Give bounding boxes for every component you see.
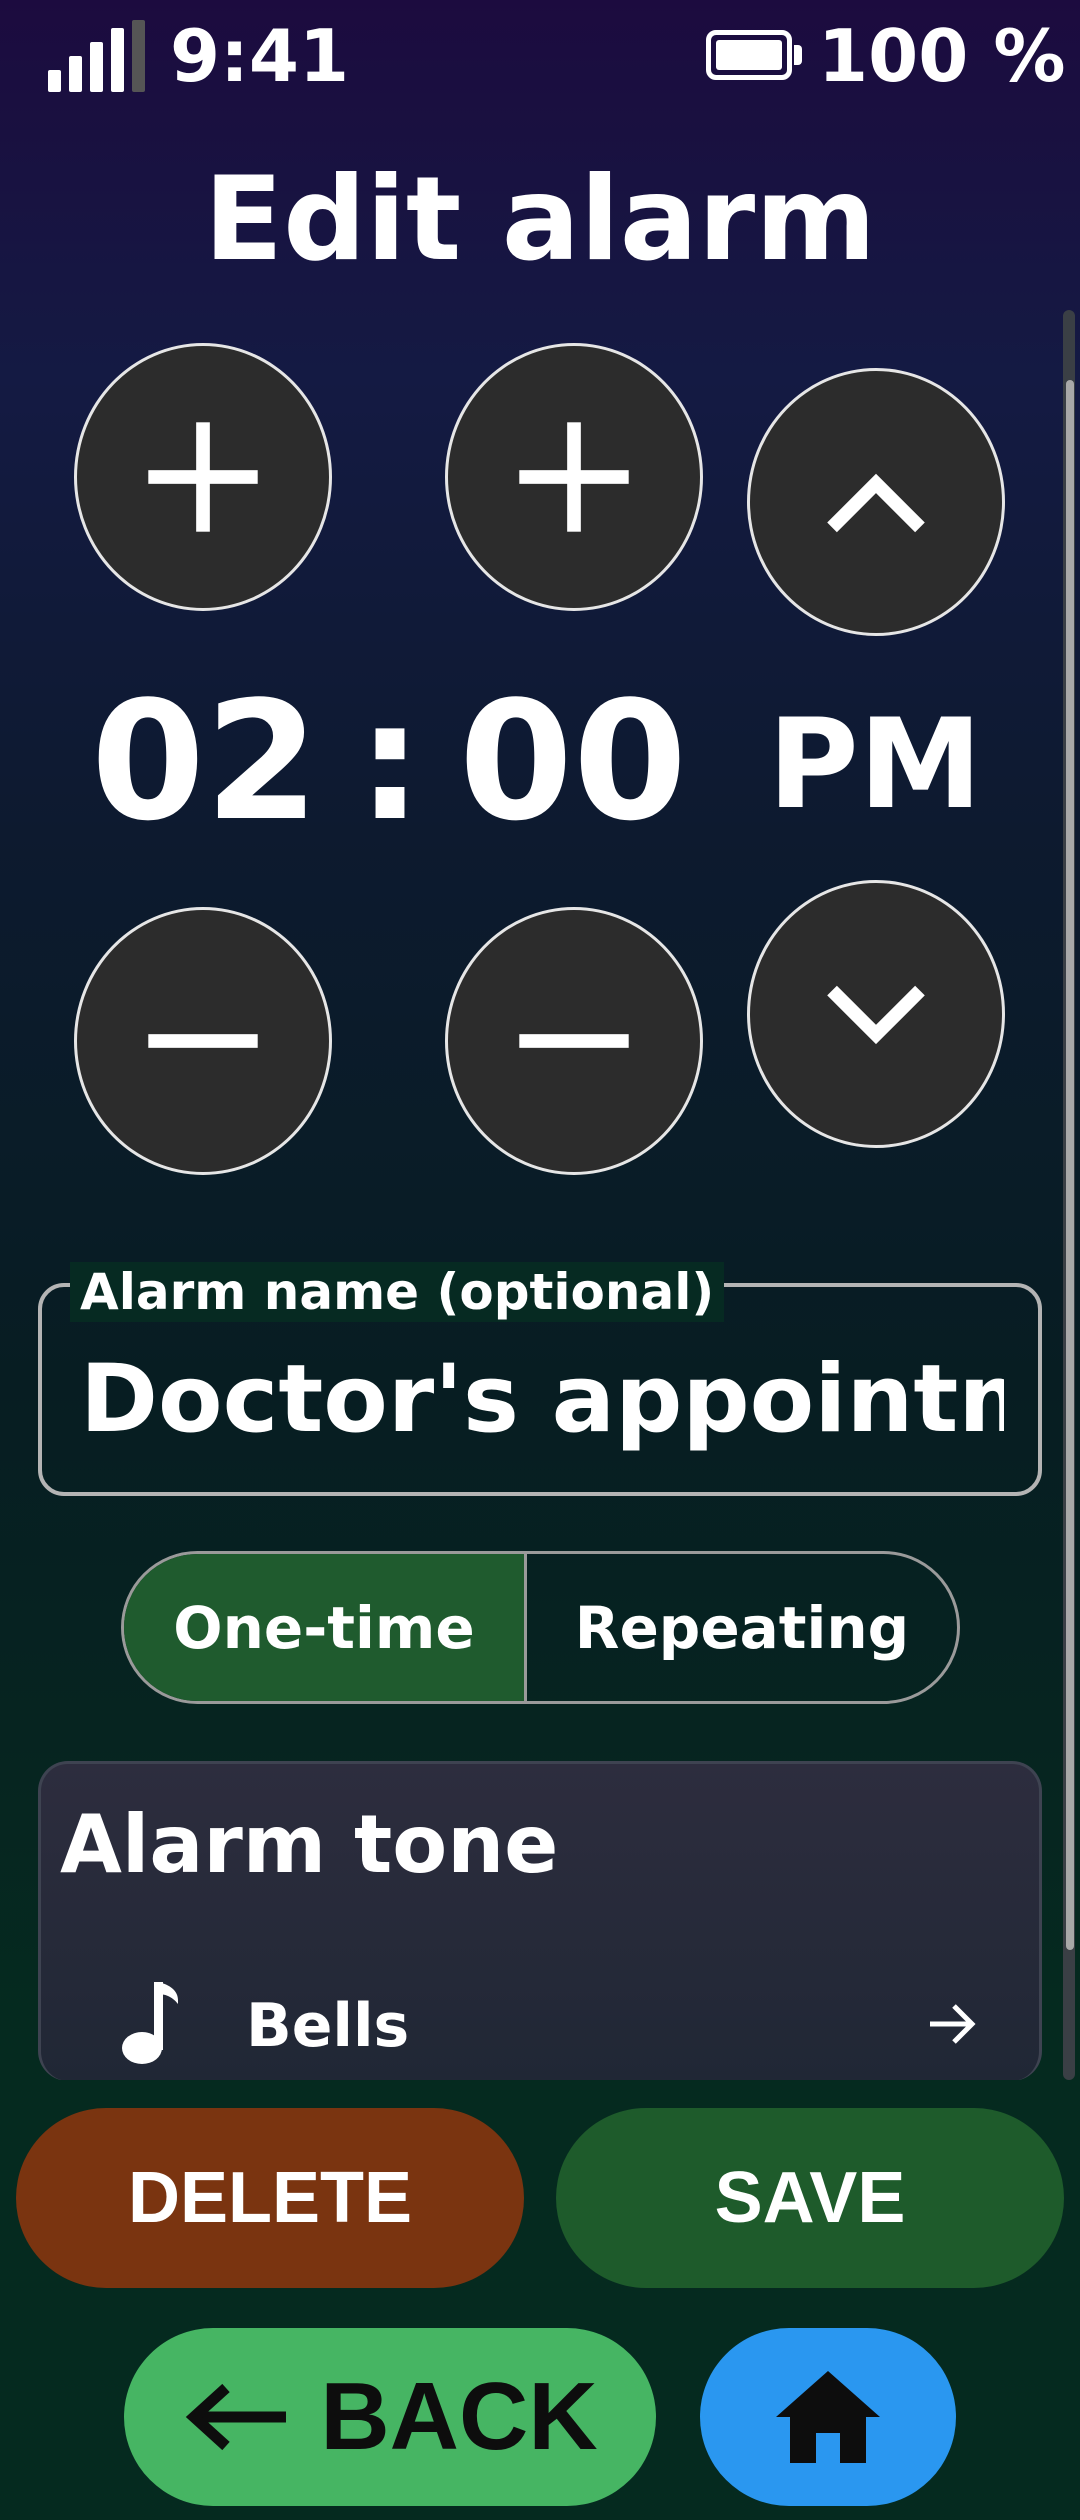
plus-icon: [148, 422, 258, 532]
segment-repeating[interactable]: Repeating: [527, 1554, 957, 1701]
signal-bars-icon: [48, 20, 148, 92]
hour-increase-button[interactable]: [74, 343, 332, 611]
status-bar: 9:41 100 %: [0, 0, 1080, 110]
save-button[interactable]: SAVE: [556, 2108, 1064, 2288]
alarm-name-label: Alarm name (optional): [70, 1262, 725, 1322]
period-value: PM: [767, 693, 983, 837]
chevron-down-icon: [827, 985, 925, 1045]
status-time: 9:41: [170, 14, 350, 98]
arrow-right-icon: [930, 2004, 976, 2044]
time-separator: :: [357, 666, 423, 857]
minus-icon: [148, 1034, 258, 1048]
battery-full-icon: [706, 30, 802, 80]
page-title: Edit alarm: [203, 152, 877, 287]
minute-increase-button[interactable]: [445, 343, 703, 611]
period-down-button[interactable]: [747, 880, 1005, 1148]
hour-value: 02: [90, 666, 320, 857]
home-icon: [776, 2371, 880, 2463]
back-label: BACK: [320, 2363, 598, 2470]
delete-button[interactable]: DELETE: [16, 2108, 524, 2288]
music-note-icon: [122, 1982, 178, 2064]
chevron-up-icon: [827, 473, 925, 533]
alarm-tone-name: Bells: [246, 1991, 410, 2061]
alarm-tone-title: Alarm tone: [60, 1798, 559, 1891]
minus-icon: [519, 1034, 629, 1048]
minute-value: 00: [458, 666, 688, 857]
alarm-name-input[interactable]: Doctor's appointment: [80, 1340, 1004, 1460]
hour-decrease-button[interactable]: [74, 907, 332, 1175]
arrow-left-icon: [186, 2383, 287, 2451]
battery-percentage: 100 %: [818, 14, 1066, 98]
minute-decrease-button[interactable]: [445, 907, 703, 1175]
period-up-button[interactable]: [747, 368, 1005, 636]
scrollbar-thumb[interactable]: [1066, 380, 1074, 1950]
alarm-tone-row[interactable]: Bells: [120, 1968, 980, 2088]
home-button[interactable]: [700, 2328, 956, 2506]
alarm-type-toggle: One-time Repeating: [121, 1551, 960, 1704]
segment-one-time[interactable]: One-time: [124, 1554, 527, 1701]
back-button[interactable]: BACK: [124, 2328, 656, 2506]
plus-icon: [519, 422, 629, 532]
